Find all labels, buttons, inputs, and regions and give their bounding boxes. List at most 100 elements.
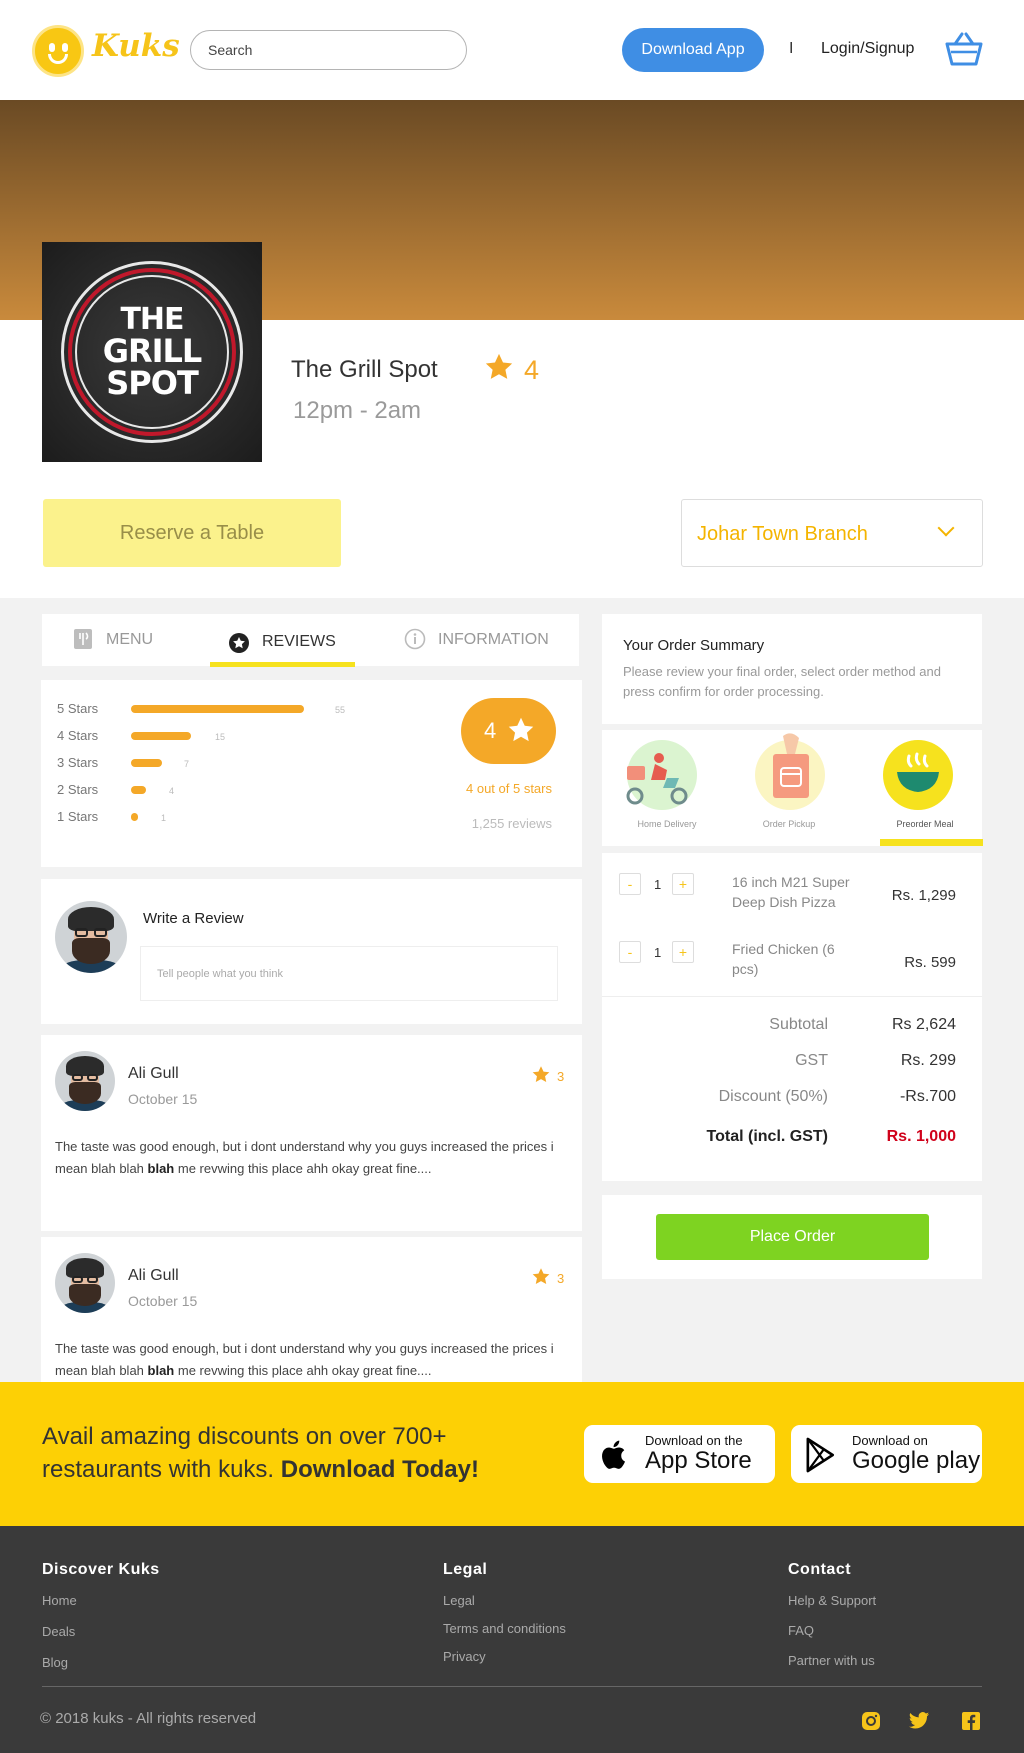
app-store-button[interactable]: Download on the App Store	[584, 1425, 775, 1483]
info-icon	[404, 628, 426, 650]
restaurant-logo: THE GRILL SPOT	[42, 242, 262, 462]
rating-out-of: 4 out of 5 stars	[466, 781, 552, 796]
subtotal-value: Rs 2,624	[891, 1016, 956, 1033]
review-rating: 3	[557, 1271, 565, 1286]
search-input[interactable]	[190, 30, 467, 70]
instagram-icon[interactable]	[860, 1710, 882, 1732]
tab-bar: MENU REVIEWS INFORMATION	[42, 614, 579, 666]
discount-value: -Rs.700	[899, 1088, 956, 1105]
footer-link-faq[interactable]: FAQ	[788, 1623, 814, 1638]
user-avatar	[55, 901, 127, 973]
order-pickup-option[interactable]	[755, 733, 825, 810]
reviewer-name: Ali Gull	[128, 1065, 179, 1082]
restaurant-rating: 4	[524, 355, 540, 385]
subtotal-label: Subtotal	[769, 1016, 828, 1033]
star-icon	[532, 1268, 550, 1285]
qty-plus-button[interactable]: +	[672, 873, 694, 895]
promo-text: Avail amazing discounts on over 700+ res…	[42, 1423, 479, 1483]
discount-label: Discount (50%)	[718, 1088, 828, 1105]
order-summary-subtitle: Please review your final order, select o…	[623, 664, 941, 699]
reviewer-avatar	[55, 1051, 115, 1111]
divider	[602, 996, 982, 997]
footer-discover-title: Discover Kuks	[42, 1561, 160, 1578]
selected-method-indicator	[880, 839, 983, 846]
footer-link-deals[interactable]: Deals	[42, 1624, 75, 1639]
google-play-button[interactable]: Download on Google play	[791, 1425, 982, 1483]
order-pickup-label: Order Pickup	[762, 819, 816, 829]
gst-value: Rs. 299	[900, 1052, 956, 1069]
footer-link-terms[interactable]: Terms and conditions	[443, 1621, 566, 1636]
review-count: 1,255 reviews	[471, 816, 552, 831]
place-order-button[interactable]: Place Order	[656, 1214, 929, 1260]
bag-icon	[773, 733, 809, 798]
copyright: © 2018 kuks - All rights reserved	[40, 1710, 257, 1727]
nav-separator: I	[789, 40, 794, 57]
kuks-logo-icon[interactable]	[32, 25, 84, 77]
total-label: Total (incl. GST)	[706, 1128, 828, 1145]
review-input[interactable]	[140, 946, 558, 1001]
footer-link-partner[interactable]: Partner with us	[788, 1653, 875, 1668]
tab-information[interactable]: INFORMATION	[404, 614, 549, 666]
preorder-meal-label: Preorder Meal	[896, 819, 954, 829]
qty-minus-button[interactable]: -	[619, 873, 641, 895]
item-price: Rs. 1,299	[891, 887, 956, 904]
order-summary-title: Your Order Summary	[623, 637, 765, 654]
review-rating: 3	[557, 1069, 565, 1084]
footer-divider	[42, 1686, 982, 1687]
chevron-down-icon	[937, 519, 955, 537]
reserve-table-button[interactable]: Reserve a Table	[43, 499, 341, 567]
tab-menu[interactable]: MENU	[72, 614, 153, 666]
footer-link-blog[interactable]: Blog	[42, 1655, 68, 1670]
scooter-icon	[626, 753, 688, 805]
rating-row-4: 4 Stars 15	[57, 728, 226, 743]
tab-reviews[interactable]: REVIEWS	[228, 614, 336, 666]
facebook-icon[interactable]	[960, 1710, 982, 1732]
rating-row-5: 5 Stars 55	[57, 701, 346, 716]
google-play-icon	[806, 1437, 835, 1473]
star-icon	[485, 353, 513, 379]
footer-link-home[interactable]: Home	[42, 1593, 77, 1608]
apple-icon	[602, 1440, 625, 1469]
branch-select[interactable]: Johar Town Branch	[681, 499, 983, 567]
write-review-title: Write a Review	[143, 910, 244, 927]
review-date: October 15	[128, 1091, 198, 1107]
download-app-button[interactable]: Download App	[622, 28, 764, 72]
total-value: Rs. 1,000	[886, 1128, 956, 1145]
footer-legal-title: Legal	[443, 1561, 488, 1578]
rating-row-2: 2 Stars 4	[57, 782, 175, 797]
basket-icon[interactable]	[944, 30, 984, 68]
menu-book-icon	[74, 629, 92, 649]
logo-text[interactable]: Kuks	[92, 28, 180, 64]
footer-link-help[interactable]: Help & Support	[788, 1593, 876, 1608]
footer-link-privacy[interactable]: Privacy	[443, 1649, 486, 1664]
item-qty: 1	[654, 877, 662, 892]
reviewer-avatar	[55, 1253, 115, 1313]
overall-rating-badge: 4	[461, 698, 556, 764]
preorder-meal-option[interactable]	[883, 740, 953, 810]
qty-plus-button[interactable]: +	[672, 941, 694, 963]
star-icon	[532, 1066, 550, 1083]
restaurant-name: The Grill Spot	[291, 356, 438, 383]
qty-minus-button[interactable]: -	[619, 941, 641, 963]
review-date: October 15	[128, 1293, 198, 1309]
item-name: 16 inch M21 Super Deep Dish Pizza	[732, 874, 850, 910]
review-badge-icon	[229, 633, 249, 653]
branch-label: Johar Town Branch	[697, 523, 868, 545]
footer-contact-title: Contact	[788, 1561, 852, 1578]
restaurant-hours: 12pm - 2am	[293, 397, 422, 424]
twitter-icon[interactable]	[908, 1710, 930, 1732]
rating-row-1: 1 Stars 1	[57, 809, 167, 824]
bowl-icon	[897, 752, 939, 792]
star-icon	[508, 717, 534, 742]
item-price: Rs. 599	[904, 954, 956, 971]
review-text: The taste was good enough, but i dont un…	[55, 1139, 554, 1176]
gst-label: GST	[795, 1052, 828, 1069]
rating-row-3: 3 Stars 7	[57, 755, 190, 770]
footer-link-legal[interactable]: Legal	[443, 1593, 475, 1608]
login-signup-link[interactable]: Login/Signup	[821, 40, 914, 58]
home-delivery-option[interactable]	[626, 740, 697, 810]
review-card	[41, 1035, 582, 1231]
item-qty: 1	[654, 945, 662, 960]
item-name: Fried Chicken (6 pcs)	[732, 941, 835, 977]
home-delivery-label: Home Delivery	[637, 819, 697, 829]
